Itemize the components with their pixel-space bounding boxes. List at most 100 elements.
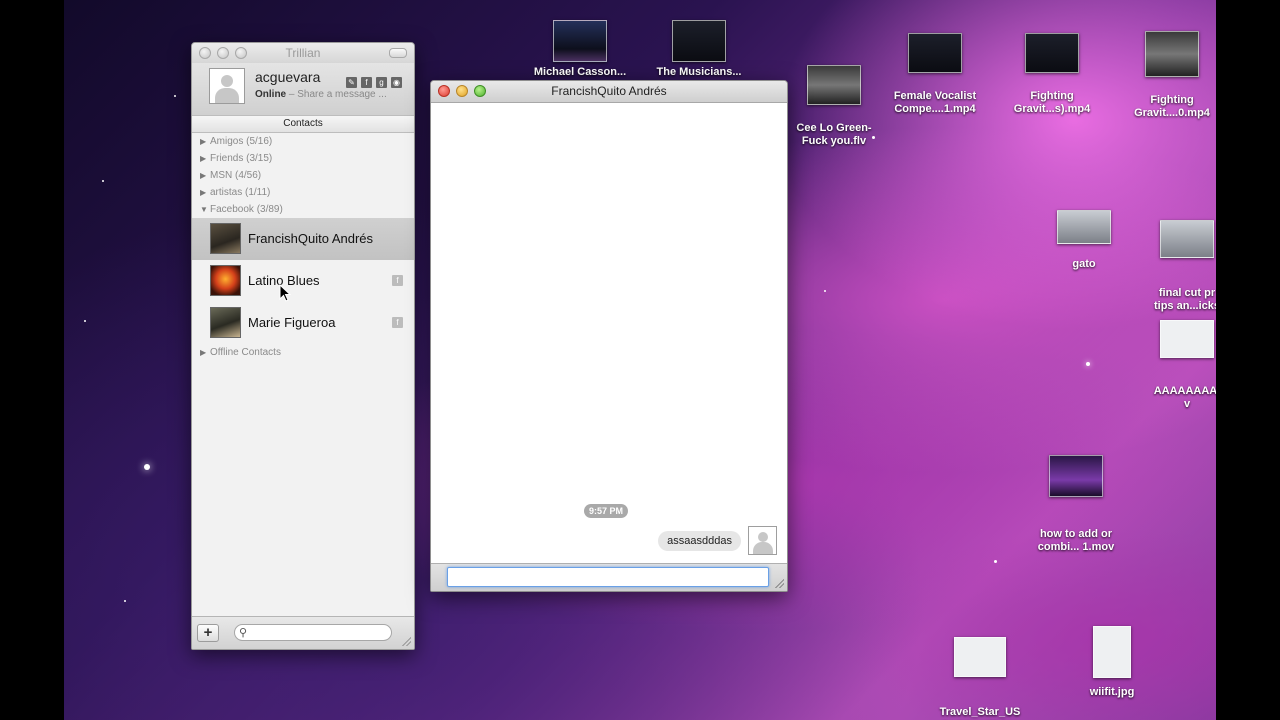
profile-header: acguevara Online – Share a message ... ✎… [192, 63, 414, 116]
contact-avatar [210, 307, 241, 338]
desktop-icon-video[interactable]: Michael Casson... [532, 20, 628, 79]
messenger-icon[interactable]: ◉ [391, 77, 402, 88]
disclosure-right-icon: ▶ [200, 154, 207, 163]
star [994, 560, 997, 563]
image-thumbnail-icon [1093, 626, 1131, 678]
star [144, 464, 150, 470]
facebook-icon[interactable]: f [361, 77, 372, 88]
star [84, 320, 86, 322]
facebook-icon: f [392, 275, 403, 286]
status-message: – Share a message ... [286, 89, 387, 100]
desktop-icon-image[interactable]: Travel_Star_US B_2.0_...73.jpg [930, 624, 1030, 720]
person-silhouette-icon [215, 88, 239, 103]
contact-item-latino-blues[interactable]: Latino Blues f [192, 260, 414, 302]
person-silhouette-icon [221, 75, 233, 87]
group-amigos[interactable]: ▶ Amigos (5/16) [192, 133, 414, 150]
group-label: Offline Contacts [210, 347, 281, 358]
group-friends[interactable]: ▶ Friends (3/15) [192, 150, 414, 167]
contact-item-francishquito[interactable]: FrancishQuito Andrés [192, 218, 414, 260]
desktop-icon-label: Travel_Star_US B_2.0_...73.jpg [939, 706, 1021, 720]
document-thumbnail-icon [1160, 320, 1214, 358]
group-facebook[interactable]: ▼ Facebook (3/89) [192, 201, 414, 218]
video-thumbnail-icon [1049, 455, 1103, 497]
resize-grip[interactable] [774, 578, 784, 588]
screenshot-thumbnail-icon [1057, 210, 1111, 244]
image-thumbnail-icon [954, 637, 1006, 677]
contact-item-marie-figueroa[interactable]: Marie Figueroa f [192, 302, 414, 344]
contacts-header: Contacts [192, 116, 414, 133]
person-silhouette-icon [757, 532, 768, 542]
star [174, 95, 176, 97]
desktop-icon-label: how to add or combi... 1.mov [1037, 528, 1115, 553]
status-line[interactable]: Online – Share a message ... [255, 89, 387, 100]
video-thumbnail-icon [1025, 33, 1079, 73]
contact-name: FrancishQuito Andrés [248, 231, 374, 246]
window-titlebar[interactable]: Trillian [192, 43, 414, 63]
desktop-icon-label: Fighting Gravit...s).mp4 [1013, 90, 1091, 115]
desktop-icon-label: wiifit.jpg [1089, 686, 1135, 698]
avatar [748, 526, 777, 555]
edit-icon[interactable]: ✎ [346, 77, 357, 88]
disclosure-right-icon: ▶ [200, 348, 207, 357]
trillian-contact-window: Trillian acguevara Online – Share a mess… [191, 42, 415, 650]
group-label: Facebook (3/89) [210, 204, 283, 215]
letterbox-left [0, 0, 64, 720]
desktop-icon-label: The Musicians... [656, 66, 742, 78]
star [824, 290, 826, 292]
search-input[interactable] [253, 626, 387, 641]
desktop-icon-label: Female Vocalist Compe....1.mp4 [893, 90, 977, 115]
group-offline-contacts[interactable]: ▶ Offline Contacts [192, 344, 414, 361]
desktop-icon-file[interactable]: gato [1039, 210, 1129, 271]
bottom-toolbar: + ⚲ [192, 616, 414, 649]
desktop-icon-image[interactable]: wiifit.jpg [1064, 626, 1160, 699]
message-composer [431, 563, 787, 591]
desktop-icon-label: Cee Lo Green- Fuck you.flv [796, 122, 872, 147]
contact-avatar [210, 223, 241, 254]
video-thumbnail-icon [1145, 31, 1199, 77]
resize-grip[interactable] [401, 636, 411, 646]
desktop-icon-video[interactable]: Female Vocalist Compe....1.mp4 [882, 20, 988, 129]
video-thumbnail-icon [908, 33, 962, 73]
search-field[interactable]: ⚲ [234, 624, 392, 641]
window-title: Trillian [285, 46, 321, 60]
group-msn[interactable]: ▶ MSN (4/56) [192, 167, 414, 184]
google-icon[interactable]: g [376, 77, 387, 88]
star [102, 180, 104, 182]
contact-avatar [210, 265, 241, 296]
disclosure-right-icon: ▶ [200, 171, 207, 180]
person-silhouette-icon [752, 542, 773, 554]
group-label: artistas (1/11) [210, 187, 271, 198]
facebook-icon: f [392, 317, 403, 328]
group-artistas[interactable]: ▶ artistas (1/11) [192, 184, 414, 201]
video-thumbnail-icon [807, 65, 861, 105]
disclosure-right-icon: ▶ [200, 188, 207, 197]
desktop-icon-label: AAAAAAAA. v [1153, 385, 1216, 410]
search-icon: ⚲ [239, 627, 248, 639]
desktop-icon-video[interactable]: Fighting Gravit....0.mp4 [1124, 18, 1216, 133]
toolbar-toggle-button[interactable] [389, 48, 407, 58]
screenshot-thumbnail-icon [1160, 220, 1214, 258]
desktop-icon-video[interactable]: Fighting Gravit...s).mp4 [1002, 20, 1102, 129]
desktop-icon-video[interactable]: Cee Lo Green- Fuck you.flv [786, 52, 882, 161]
letterbox-right [1216, 0, 1280, 720]
group-label: Amigos (5/16) [210, 136, 273, 147]
add-contact-button[interactable]: + [197, 624, 219, 642]
desktop-icon-video[interactable]: how to add or combi... 1.mov [1026, 442, 1126, 567]
desktop-icon-label: Fighting Gravit....0.mp4 [1134, 94, 1210, 119]
group-label: MSN (4/56) [210, 170, 262, 181]
chat-titlebar[interactable]: FrancishQuito Andrés [431, 81, 787, 103]
message-input[interactable] [447, 567, 769, 587]
message-timestamp: 9:57 PM [584, 504, 629, 518]
desktop-icon-label: gato [1072, 258, 1096, 270]
disclosure-right-icon: ▶ [200, 137, 207, 146]
desktop-icon-video[interactable]: The Musicians... [651, 20, 747, 79]
contact-name: Marie Figueroa [248, 315, 336, 330]
desktop-icon-file[interactable]: AAAAAAAA. v [1142, 307, 1216, 424]
avatar[interactable] [209, 68, 245, 104]
video-thumbnail-icon [672, 20, 726, 62]
username[interactable]: acguevara [255, 69, 320, 85]
chat-window: FrancishQuito Andrés 9:57 PM assaasdddas [430, 80, 788, 592]
desktop-icon-label: Michael Casson... [533, 66, 627, 78]
group-label: Friends (3/15) [210, 153, 273, 164]
service-icons: ✎ f g ◉ [342, 72, 402, 90]
